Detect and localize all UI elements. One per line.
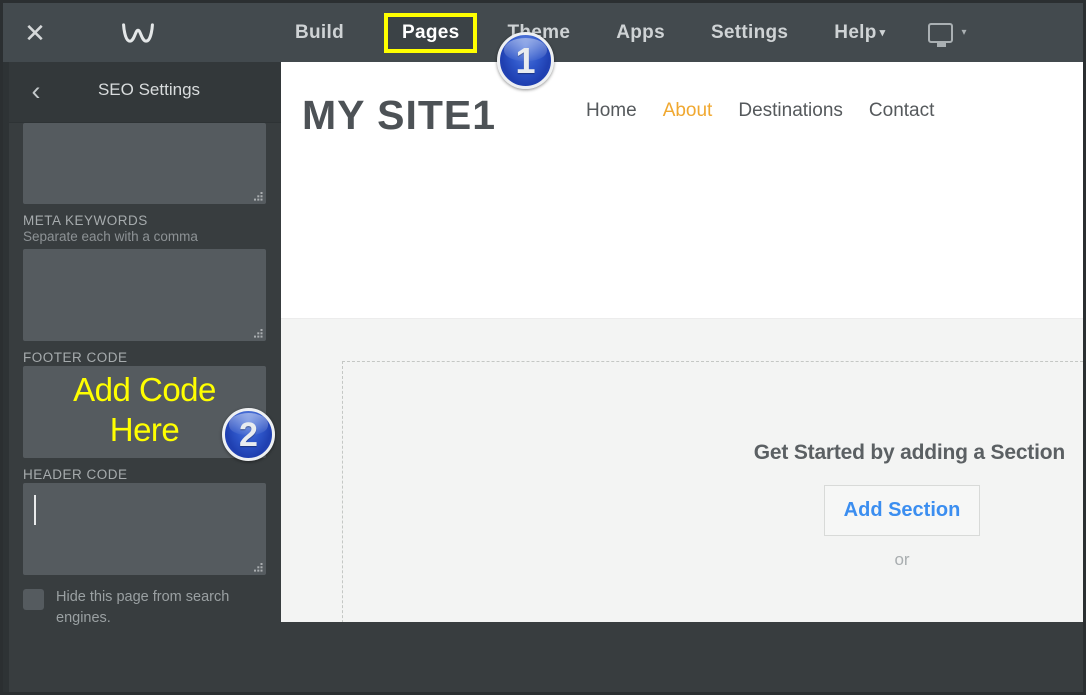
meta-keywords-hint: Separate each with a comma <box>23 229 267 244</box>
monitor-icon <box>928 23 953 43</box>
meta-description-textarea[interactable] <box>23 123 266 204</box>
nav-item-settings[interactable]: Settings <box>699 15 800 51</box>
hide-page-label: Hide this page from search engines. <box>56 587 246 629</box>
meta-keywords-label: META KEYWORDS <box>23 213 267 228</box>
seo-settings-sidebar: ‹ SEO Settings META KEYWORDS Separate ea… <box>3 62 281 692</box>
header-code-textarea[interactable] <box>23 483 266 575</box>
site-navigation: Home About Destinations Contact <box>586 100 960 122</box>
add-section-button[interactable]: Add Section <box>824 485 980 536</box>
step-badge-1: 1 <box>497 32 554 89</box>
site-nav-item-home[interactable]: Home <box>586 100 637 122</box>
resize-grip-icon[interactable] <box>254 192 263 201</box>
site-header: MY SITE1 Home About Destinations Contact <box>281 62 1083 319</box>
resize-grip-icon[interactable] <box>254 563 263 572</box>
nav-item-pages[interactable]: Pages <box>384 13 477 53</box>
sidebar-body: META KEYWORDS Separate each with a comma… <box>9 123 281 692</box>
main-nav-items: Build Pages Theme Apps Settings Help▾ ▾ <box>283 3 975 62</box>
get-started-title: Get Started by adding a Section <box>343 441 1065 465</box>
text-cursor <box>34 495 36 525</box>
add-code-here-line1: Add Code <box>23 370 266 410</box>
meta-keywords-textarea[interactable] <box>23 249 266 341</box>
nav-item-help[interactable]: Help ▾ <box>822 15 897 51</box>
site-body: Get Started by adding a Section Add Sect… <box>281 319 1083 622</box>
or-label: or <box>824 550 980 570</box>
close-icon[interactable]: ✕ <box>22 20 48 46</box>
step-badge-1-number: 1 <box>515 43 535 79</box>
footer-code-label: FOOTER CODE <box>23 350 267 365</box>
resize-grip-icon[interactable] <box>254 329 263 338</box>
sidebar-title: SEO Settings <box>9 80 281 100</box>
chevron-down-icon: ▾ <box>880 26 886 39</box>
nav-item-build[interactable]: Build <box>283 15 356 51</box>
weebly-editor-window: ✕ Build Pages Theme Apps Settings Help▾ … <box>0 0 1086 695</box>
header-code-label: HEADER CODE <box>23 467 267 482</box>
sidebar-header: ‹ SEO Settings <box>9 62 281 123</box>
site-logo[interactable]: MY SITE1 <box>302 92 496 139</box>
weebly-logo-icon[interactable] <box>120 19 156 47</box>
site-nav-item-about[interactable]: About <box>663 100 713 122</box>
nav-item-apps[interactable]: Apps <box>604 15 677 51</box>
chevron-down-icon: ▾ <box>962 27 967 38</box>
topbar-left-group: ✕ <box>3 3 281 62</box>
empty-section-dropzone[interactable]: Get Started by adding a Section Add Sect… <box>342 361 1083 622</box>
site-preview-area: MY SITE1 Home About Destinations Contact… <box>281 62 1083 622</box>
hide-page-checkbox[interactable] <box>23 589 44 610</box>
step-badge-2: 2 <box>222 408 275 461</box>
hide-page-checkbox-row[interactable]: Hide this page from search engines. <box>23 587 267 629</box>
nav-item-help-label: Help <box>834 22 876 43</box>
device-preview-selector[interactable]: ▾ <box>920 16 975 50</box>
step-badge-2-number: 2 <box>239 418 258 452</box>
site-nav-item-contact[interactable]: Contact <box>869 100 934 122</box>
site-nav-item-destinations[interactable]: Destinations <box>738 100 843 122</box>
